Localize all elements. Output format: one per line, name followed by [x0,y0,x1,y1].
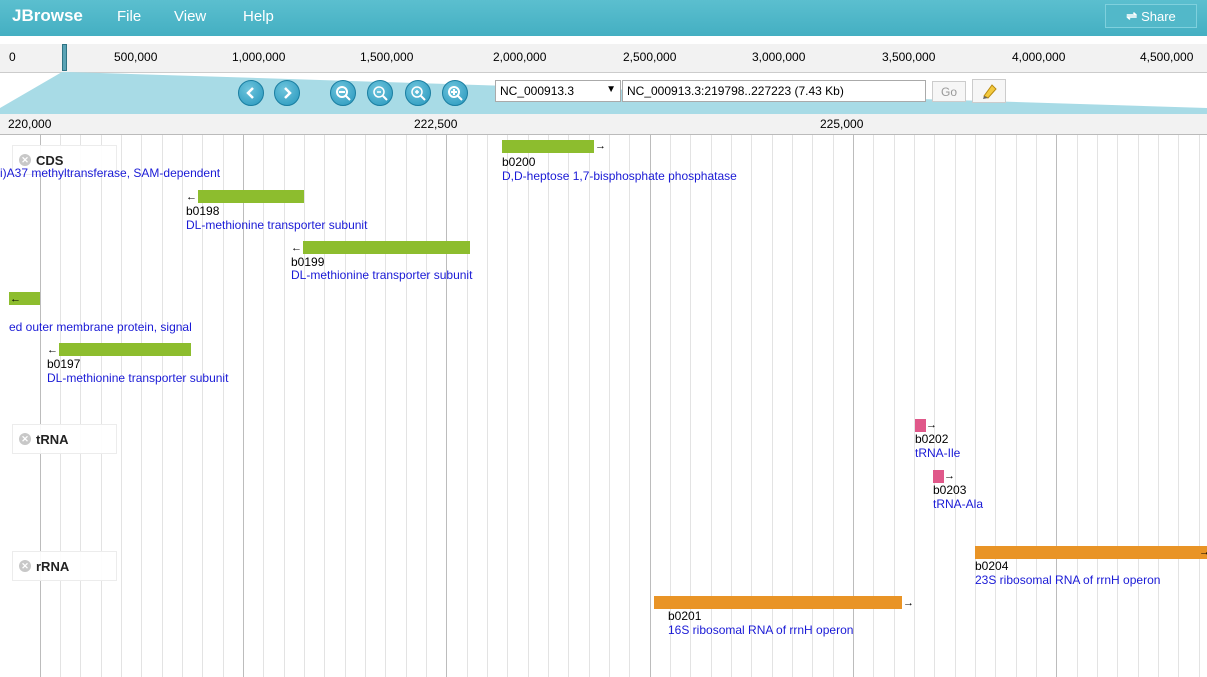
strand-arrow-icon: → [944,470,955,482]
overview-tick: 0 [9,50,16,64]
menu-help[interactable]: Help [243,8,274,25]
go-button[interactable]: Go [932,81,966,102]
feature-name[interactable]: b0204 [975,559,1008,573]
zoom-out-icon [373,86,388,101]
strand-arrow-icon: → [1199,546,1207,558]
strand-arrow-icon: ← [47,344,58,356]
ruler-tick: 225,000 [820,117,864,131]
feature-name[interactable]: b0203 [933,483,966,497]
app-logo[interactable]: JBrowse [12,6,83,26]
feature-description[interactable]: i)A37 methyltransferase, SAM-dependent [0,166,220,180]
menu-view[interactable]: View [174,8,206,25]
strand-arrow-icon: → [926,419,937,431]
menu-file[interactable]: File [117,8,141,25]
share-button[interactable]: ⇌ Share [1105,4,1197,28]
overview-scale[interactable]: 0 500,000 1,000,000 1,500,000 2,000,000 … [0,44,1207,73]
feature-description[interactable]: tRNA-Ala [933,497,983,511]
strand-arrow-icon: ← [186,191,197,203]
highlighter-icon [983,84,997,99]
feature-name[interactable]: b0197 [47,357,80,371]
feature-b0197[interactable] [59,343,191,356]
link-icon: ⇌ [1126,8,1138,23]
feature-description[interactable]: ed outer membrane protein, signal [9,320,192,334]
zoom-out-more-button[interactable] [330,80,356,106]
feature-description[interactable]: DL-methionine transporter subunit [47,371,228,385]
strand-arrow-icon: ← [10,293,21,305]
location-input[interactable]: NC_000913.3:219798..227223 (7.43 Kb) [622,80,926,102]
track-label-trna[interactable]: ✕ tRNA [12,424,117,454]
ruler-tick: 222,500 [414,117,458,131]
feature-name[interactable]: b0199 [291,255,324,269]
chevron-right-icon [284,87,292,99]
feature-description[interactable]: D,D-heptose 1,7-bisphosphate phosphatase [502,169,737,183]
zoom-in-button[interactable] [405,80,431,106]
strand-arrow-icon: → [595,140,606,152]
feature-name[interactable]: b0200 [502,155,535,169]
feature-b0204[interactable] [975,546,1207,559]
close-icon[interactable]: ✕ [19,154,31,166]
ruler-tick: 220,000 [8,117,52,131]
feature-description[interactable]: DL-methionine transporter subunit [186,218,367,232]
overview-tick: 2,500,000 [623,50,677,64]
track-label-rrna[interactable]: ✕ rRNA [12,551,117,581]
feature-name[interactable]: b0202 [915,432,948,446]
menu-bar: JBrowse File View Help ⇌ Share [0,0,1207,36]
feature-b0199[interactable] [303,241,470,254]
strand-arrow-icon: ← [291,242,302,254]
strand-arrow-icon: → [903,597,914,609]
chevron-left-icon [246,87,254,99]
feature-b0200[interactable] [502,140,594,153]
zoom-in-more-button[interactable] [442,80,468,106]
feature-name[interactable]: b0201 [668,609,701,623]
sequence-select[interactable]: NC_000913.3 ▼ [495,80,621,102]
pan-left-button[interactable] [238,80,264,106]
share-label: Share [1141,8,1176,24]
detail-ruler[interactable]: 220,000 222,500 225,000 [0,114,1207,135]
sequence-select-value: NC_000913.3 [500,84,575,98]
feature-name[interactable]: b0198 [186,204,219,218]
overview-tick: 4,500,000 [1140,50,1194,64]
overview-tick: 3,500,000 [882,50,936,64]
highlight-button[interactable] [972,79,1006,103]
feature-description[interactable]: DL-methionine transporter subunit [291,268,472,282]
overview-location-marker[interactable] [62,44,67,71]
overview-tick: 500,000 [114,50,158,64]
feature-description[interactable]: 23S ribosomal RNA of rrnH operon [975,573,1160,587]
zoom-out-more-icon [336,86,351,101]
track-label-text: rRNA [36,558,70,574]
feature-b0203[interactable] [933,470,944,483]
close-icon[interactable]: ✕ [19,433,31,445]
track-label-text: tRNA [36,431,69,447]
overview-tick: 2,000,000 [493,50,547,64]
zoom-in-icon [411,86,426,101]
overview-tick: 4,000,000 [1012,50,1066,64]
feature-description[interactable]: tRNA-Ile [915,446,960,460]
chevron-down-icon: ▼ [606,84,616,95]
overview-tick: 3,000,000 [752,50,806,64]
pan-right-button[interactable] [274,80,300,106]
feature-description[interactable]: 16S ribosomal RNA of rrnH operon [668,623,853,637]
overview-tick: 1,000,000 [232,50,286,64]
overview-tick: 1,500,000 [360,50,414,64]
close-icon[interactable]: ✕ [19,560,31,572]
zoom-in-more-icon [448,86,463,101]
feature-b0198[interactable] [198,190,304,203]
feature-b0201[interactable] [654,596,902,609]
zoom-out-button[interactable] [367,80,393,106]
feature-b0202[interactable] [915,419,926,432]
